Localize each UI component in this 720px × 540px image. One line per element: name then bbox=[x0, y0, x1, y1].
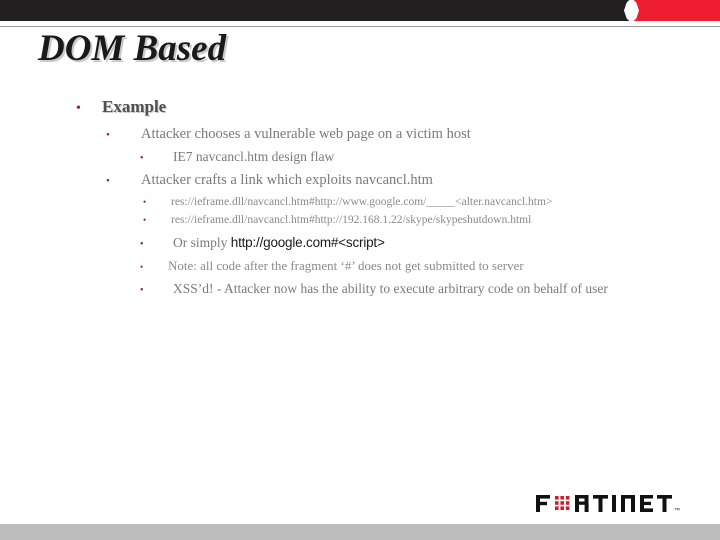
bullet-text: Attacker chooses a vulnerable web page o… bbox=[141, 126, 471, 142]
or-simply-url: http://google.com#<script> bbox=[230, 235, 385, 250]
bullet-text: XSS’d! - Attacker now has the ability to… bbox=[173, 281, 608, 296]
bullet-glyph-icon: • bbox=[140, 239, 144, 250]
footer-gray-band bbox=[0, 524, 720, 540]
bullet-glyph-icon: • bbox=[106, 175, 110, 187]
header-red-bar bbox=[632, 0, 720, 21]
logo-trademark: ™ bbox=[674, 507, 680, 514]
bullet-attacker-chooses: • Attacker chooses a vulnerable web page… bbox=[106, 124, 720, 146]
bullet-glyph-icon: • bbox=[140, 262, 144, 272]
bullet-level1-label: Example bbox=[102, 97, 167, 116]
bullet-url-skype: • res://ieframe.dll/navcancl.htm#http://… bbox=[143, 211, 720, 229]
bullet-text: Attacker crafts a link which exploits na… bbox=[141, 172, 433, 188]
slide-header-band bbox=[0, 0, 720, 23]
bullet-level1-example: • Example bbox=[76, 96, 720, 120]
bullet-url-google: • res://ieframe.dll/navcancl.htm#http://… bbox=[143, 193, 720, 211]
bullet-glyph-icon: • bbox=[143, 215, 147, 225]
or-simply-prefix: Or simply bbox=[173, 235, 231, 250]
bullet-attacker-crafts-link: • Attacker crafts a link which exploits … bbox=[106, 170, 720, 192]
bullet-or-simply: • Or simply http://google.com#<script> bbox=[140, 233, 720, 255]
note-text: Note: all code after the fragment ‘#’ do… bbox=[168, 258, 524, 273]
or-simply-line: Or simply http://google.com#<script> bbox=[173, 233, 385, 253]
page-title: DOM Based bbox=[38, 28, 227, 69]
url-text: res://ieframe.dll/navcancl.htm#http://ww… bbox=[171, 196, 553, 208]
bullet-text: IE7 navcancl.htm design flaw bbox=[173, 149, 335, 164]
bullet-glyph-icon: • bbox=[140, 153, 144, 164]
bullet-xssd: • XSS’d! - Attacker now has the ability … bbox=[140, 279, 720, 301]
header-black-bar bbox=[0, 0, 632, 21]
bullet-glyph-icon: • bbox=[140, 285, 144, 296]
bullet-glyph-icon: • bbox=[106, 129, 110, 141]
bullet-glyph-icon: • bbox=[143, 197, 147, 207]
fortinet-logo: ™ bbox=[536, 492, 686, 518]
bullet-note-fragment: • Note: all code after the fragment ‘#’ … bbox=[140, 257, 720, 276]
bullet-glyph-icon: • bbox=[76, 101, 81, 116]
url-text: res://ieframe.dll/navcancl.htm#http://19… bbox=[171, 214, 532, 226]
slide-body: • Example • Attacker chooses a vulnerabl… bbox=[0, 96, 720, 302]
bullet-ie7-design-flaw: • IE7 navcancl.htm design flaw bbox=[140, 147, 720, 169]
